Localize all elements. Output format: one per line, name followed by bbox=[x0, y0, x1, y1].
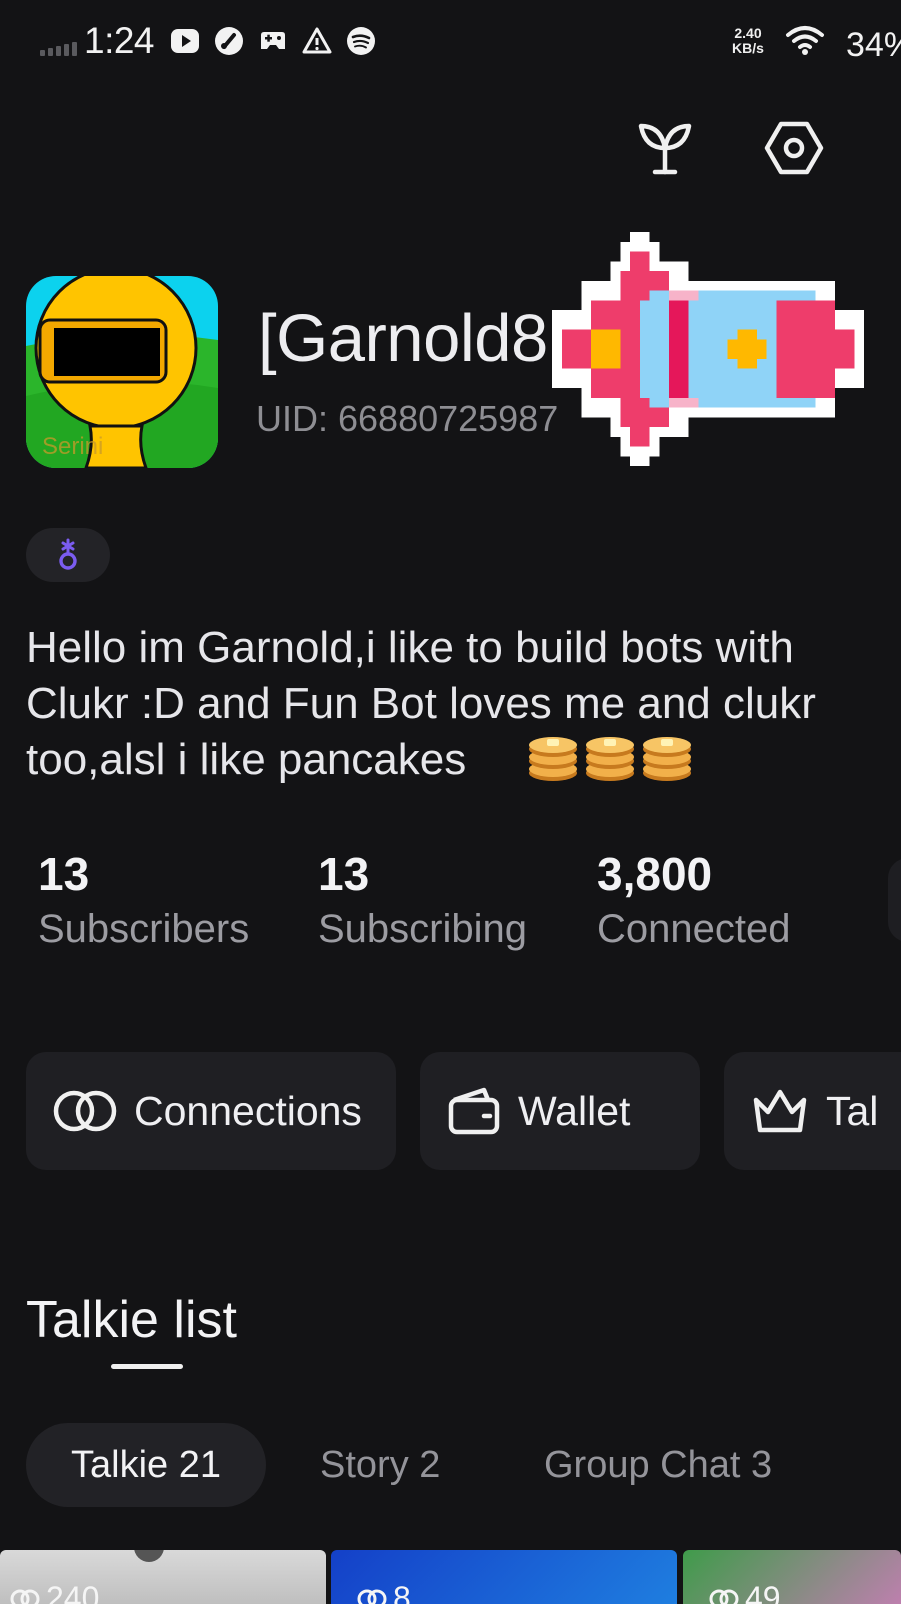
status-bar: 1:24 2.40 KB/s 34% bbox=[0, 0, 901, 86]
avatar-image: Serini bbox=[26, 276, 218, 468]
stat-value: 3,800 bbox=[597, 848, 713, 900]
rocket-sticker bbox=[552, 232, 865, 466]
speedometer-icon bbox=[215, 27, 243, 55]
display-name-text: [Garnold8 bbox=[258, 301, 548, 376]
chat-count-icon bbox=[709, 1589, 739, 1604]
stat-label: Subscribing bbox=[318, 907, 528, 951]
bio-line: Hello im Garnold,i like to build bots wi… bbox=[26, 623, 794, 672]
tab-story[interactable]: Story 2 bbox=[320, 1423, 440, 1507]
pancakes-icon bbox=[529, 737, 577, 781]
bio-line: Clukr :D and Fun Bot loves me and clukr bbox=[26, 679, 816, 728]
section-title: Talkie list bbox=[26, 1291, 237, 1349]
wallet-button[interactable]: Wallet bbox=[420, 1052, 700, 1170]
talkie-card[interactable]: 240 bbox=[0, 1550, 326, 1604]
settings-icon[interactable] bbox=[762, 116, 826, 180]
connections-button[interactable]: Connections bbox=[26, 1052, 396, 1170]
warning-icon bbox=[302, 27, 332, 54]
card-thumbnail-detail bbox=[134, 1550, 164, 1562]
chat-count-icon bbox=[10, 1589, 40, 1604]
network-speed-value: 2.40 bbox=[734, 25, 762, 41]
stat-label: Subscribers bbox=[38, 907, 250, 951]
user-id: UID: 66880725987 bbox=[256, 398, 559, 439]
gender-badge bbox=[26, 528, 110, 582]
stat-subscribers[interactable]: 13 Subscribers bbox=[38, 848, 249, 954]
card-count: 49 bbox=[745, 1580, 781, 1604]
stat-value: 13 bbox=[38, 848, 90, 900]
crown-icon bbox=[753, 1089, 807, 1133]
display-name: [Garnold8 bbox=[258, 300, 548, 377]
nonbinary-icon bbox=[59, 538, 77, 570]
card-stat: 49 bbox=[709, 1580, 781, 1604]
stat-more-button[interactable] bbox=[888, 858, 901, 942]
avatar-watermark: Serini bbox=[42, 433, 103, 460]
talkie-premium-button[interactable]: Tal bbox=[724, 1052, 901, 1170]
section-underline bbox=[111, 1364, 183, 1369]
wallet-icon bbox=[448, 1087, 500, 1135]
talkie-card[interactable]: 8 bbox=[331, 1550, 677, 1604]
pancake-emoji-group bbox=[526, 731, 694, 783]
stat-label: Connected bbox=[597, 907, 791, 951]
gamepad-icon bbox=[261, 32, 285, 49]
chat-count-icon bbox=[357, 1589, 387, 1604]
bio: Hello im Garnold,i like to build bots wi… bbox=[26, 620, 901, 788]
connections-label: Connections bbox=[134, 1087, 362, 1134]
signal-icon bbox=[40, 42, 77, 56]
pancakes-icon bbox=[643, 737, 691, 781]
card-count: 240 bbox=[46, 1580, 100, 1604]
tab-group-chat[interactable]: Group Chat 3 bbox=[544, 1423, 772, 1507]
wallet-label: Wallet bbox=[518, 1087, 631, 1134]
talkie-premium-label: Tal bbox=[826, 1087, 879, 1134]
card-stat: 8 bbox=[357, 1580, 411, 1604]
tab-talkie[interactable]: Talkie 21 bbox=[26, 1423, 266, 1507]
pancakes-icon bbox=[586, 737, 634, 781]
card-count: 8 bbox=[393, 1580, 411, 1604]
sprout-icon[interactable] bbox=[633, 116, 697, 180]
bio-line: too,alsl i like pancakes bbox=[26, 735, 467, 784]
status-time: 1:24 bbox=[84, 20, 155, 61]
card-stat: 240 bbox=[10, 1580, 99, 1604]
talkie-card[interactable]: 49 bbox=[683, 1550, 901, 1604]
network-speed: 2.40 KB/s bbox=[722, 26, 774, 56]
connections-icon bbox=[53, 1090, 117, 1132]
network-speed-unit: KB/s bbox=[732, 40, 764, 56]
youtube-icon bbox=[171, 29, 199, 53]
wifi-icon bbox=[786, 26, 824, 55]
stat-subscribing[interactable]: 13 Subscribing bbox=[318, 848, 527, 954]
battery-level: 34% bbox=[846, 26, 901, 64]
spotify-icon bbox=[347, 27, 375, 55]
stat-connected[interactable]: 3,800 Connected bbox=[597, 848, 790, 954]
stat-value: 13 bbox=[318, 848, 370, 900]
avatar[interactable]: Serini bbox=[26, 276, 218, 468]
